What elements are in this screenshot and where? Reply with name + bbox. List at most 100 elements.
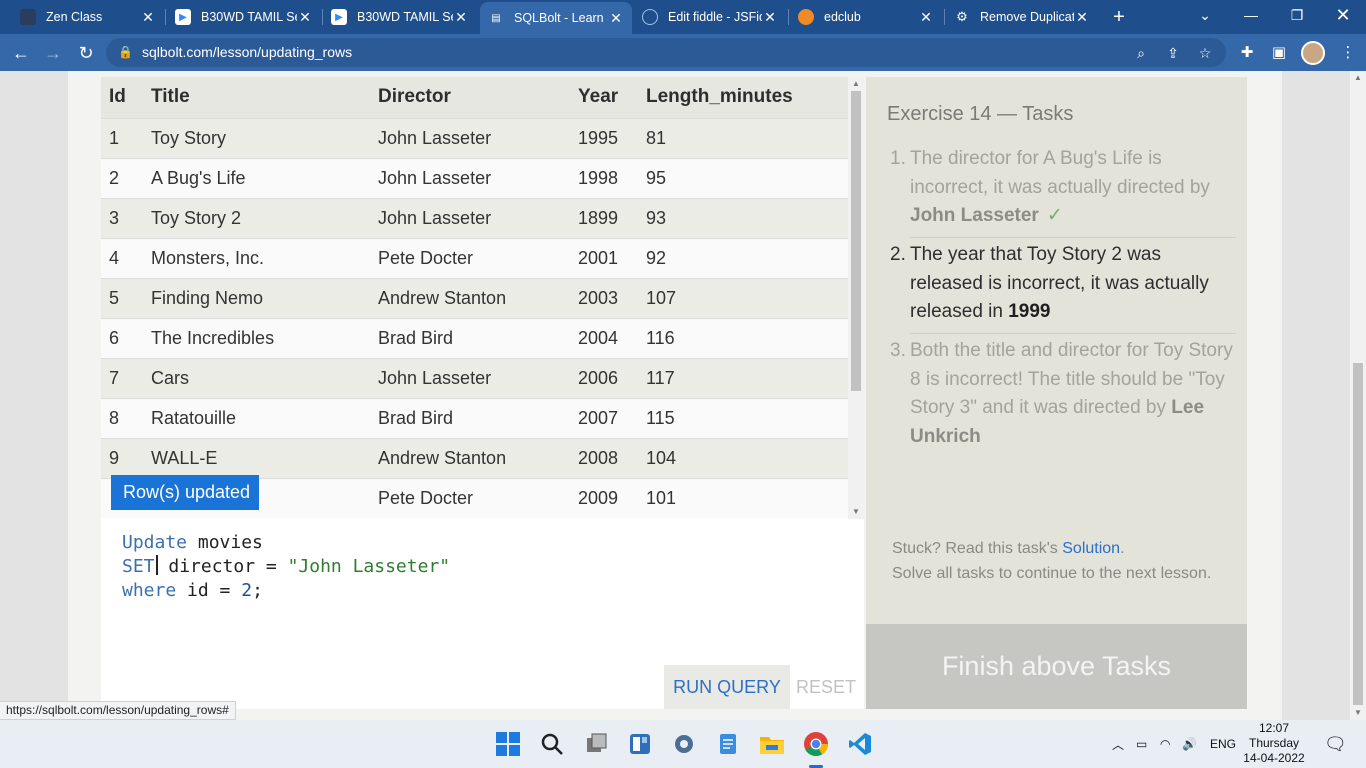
- close-icon[interactable]: ✕: [762, 9, 778, 26]
- page-scrollbar[interactable]: ▲ ▼: [1350, 71, 1366, 720]
- tab-zoom-1[interactable]: ▶ B30WD TAMIL Se ✕: [167, 0, 321, 34]
- cell-length: 115: [638, 397, 848, 438]
- cell-title: The Incredibles: [143, 317, 370, 358]
- cell-id: 6: [101, 317, 143, 358]
- settings-gear-icon[interactable]: [670, 730, 698, 758]
- tasks-title: Exercise 14 — Tasks: [887, 103, 1074, 125]
- task-item-1: 1. The director for A Bug's Life is inco…: [890, 145, 1236, 239]
- new-tab-button[interactable]: +: [1108, 6, 1130, 28]
- clock-day: Thursday: [1248, 736, 1300, 750]
- cell-id: 4: [101, 237, 143, 278]
- share-icon[interactable]: ⇪: [1162, 42, 1184, 64]
- search-icon[interactable]: [538, 730, 566, 758]
- profile-avatar[interactable]: [1301, 41, 1325, 65]
- battery-icon[interactable]: ▭: [1136, 720, 1147, 768]
- tasks-panel: Exercise 14 — Tasks 1. The director for …: [866, 77, 1247, 709]
- tab-sqlbolt[interactable]: ▤ SQLBolt - Learn S ✕: [480, 2, 632, 34]
- side-panel-icon[interactable]: ▣: [1267, 41, 1291, 65]
- close-icon[interactable]: ✕: [297, 9, 313, 26]
- table-row: 4 Monsters, Inc. Pete Docter 2001 92: [101, 237, 848, 278]
- table-row: 6 The Incredibles Brad Bird 2004 116: [101, 317, 848, 358]
- window-close-button[interactable]: ✕: [1320, 0, 1366, 30]
- tab-zoom-2[interactable]: ▶ B30WD TAMIL Se ✕: [323, 0, 477, 34]
- system-clock[interactable]: 12:07 Thursday 14-04-2022: [1238, 721, 1310, 766]
- run-query-button[interactable]: RUN QUERY: [664, 665, 790, 709]
- column-header-title: Title: [143, 77, 370, 118]
- tab-remove-duplicates[interactable]: ⚙ Remove Duplicat ✕: [946, 0, 1098, 34]
- tray-overflow-chevron-icon[interactable]: ︿: [1112, 720, 1124, 768]
- back-arrow-icon[interactable]: ←: [8, 40, 34, 66]
- solution-link[interactable]: Solution: [1062, 540, 1120, 557]
- check-icon: ✓: [1046, 205, 1063, 226]
- windows-start-icon[interactable]: [494, 730, 522, 758]
- cell-length: 117: [638, 357, 848, 398]
- results-table-panel[interactable]: Id Title Director Year Length_minutes 1T…: [101, 77, 864, 519]
- restore-button[interactable]: ❐: [1274, 0, 1320, 30]
- tab-edclub[interactable]: edclub ✕: [790, 0, 942, 34]
- sql-code[interactable]: Update movies SET director = "John Lasse…: [122, 531, 450, 603]
- menu-dots-icon[interactable]: ⋮: [1336, 41, 1360, 65]
- extensions-puzzle-icon[interactable]: ✚: [1235, 41, 1259, 65]
- column-header-director: Director: [370, 77, 570, 118]
- table-row: 7 Cars John Lasseter 2006 117: [101, 357, 848, 398]
- cell-title: Monsters, Inc.: [143, 237, 370, 278]
- cell-director: Andrew Stanton: [370, 437, 570, 478]
- wifi-icon[interactable]: ◠: [1160, 720, 1170, 768]
- close-icon[interactable]: ✕: [140, 9, 156, 26]
- volume-icon[interactable]: 🔊: [1182, 720, 1197, 768]
- tab-search-icon[interactable]: ⌄: [1182, 0, 1228, 30]
- cell-length: 101: [638, 477, 848, 518]
- scroll-down-arrow-icon[interactable]: ▼: [848, 505, 864, 519]
- reset-button[interactable]: RESET: [791, 665, 861, 709]
- code-text: ;: [252, 580, 263, 601]
- cell-director: Pete Docter: [370, 477, 570, 518]
- task-view-icon[interactable]: [583, 730, 611, 758]
- column-header-year: Year: [570, 77, 638, 118]
- forward-arrow-icon[interactable]: →: [40, 40, 66, 66]
- cell-year: 1995: [570, 117, 638, 158]
- browser-tab-bar: Zen Class ✕ ▶ B30WD TAMIL Se ✕ ▶ B30WD T…: [0, 0, 1366, 34]
- close-icon[interactable]: ✕: [608, 10, 624, 27]
- task-number: 1.: [890, 148, 906, 169]
- scroll-up-arrow-icon[interactable]: ▲: [848, 77, 864, 91]
- task-item-2: 2. The year that Toy Story 2 was release…: [890, 241, 1236, 335]
- chrome-icon[interactable]: [802, 730, 830, 758]
- tab-zen-class[interactable]: Zen Class ✕: [12, 0, 164, 34]
- notifications-icon[interactable]: 🗨: [1324, 720, 1347, 768]
- minimize-button[interactable]: —: [1228, 0, 1274, 30]
- close-icon[interactable]: ✕: [1074, 9, 1090, 26]
- close-icon[interactable]: ✕: [918, 9, 934, 26]
- language-indicator[interactable]: ENG: [1210, 720, 1236, 768]
- task-number: 3.: [890, 340, 906, 361]
- bookmark-star-icon[interactable]: ☆: [1194, 42, 1216, 64]
- cell-director: Pete Docter: [370, 237, 570, 278]
- cell-director: Brad Bird: [370, 317, 570, 358]
- close-icon[interactable]: ✕: [453, 9, 469, 26]
- code-text: id =: [176, 580, 242, 601]
- finish-tasks-button[interactable]: Finish above Tasks: [866, 624, 1247, 709]
- table-scrollbar-thumb[interactable]: [851, 91, 861, 391]
- sql-editor[interactable]: Update movies SET director = "John Lasse…: [101, 519, 864, 709]
- file-explorer-icon[interactable]: [758, 730, 786, 758]
- page-scrollbar-thumb[interactable]: [1353, 363, 1363, 705]
- cell-title: Toy Story 2: [143, 197, 370, 238]
- gear-icon: ⚙: [956, 9, 968, 24]
- code-string: "John Lasseter": [287, 556, 451, 577]
- widgets-icon[interactable]: [626, 730, 654, 758]
- cell-title: Cars: [143, 357, 370, 398]
- reload-icon[interactable]: ↻: [73, 40, 99, 66]
- vscode-icon[interactable]: [846, 730, 874, 758]
- solve-all-text: Solve all tasks to continue to the next …: [892, 564, 1212, 582]
- url-bar[interactable]: 🔒 sqlbolt.com/lesson/updating_rows ⌕ ⇪ ☆: [106, 38, 1226, 67]
- zoom-magnifier-icon[interactable]: ⌕: [1130, 42, 1152, 64]
- table-row: 5 Finding Nemo Andrew Stanton 2003 107: [101, 277, 848, 318]
- lock-icon: 🔒: [118, 45, 133, 59]
- notepad-icon[interactable]: [714, 730, 742, 758]
- tab-jsfiddle[interactable]: Edit fiddle - JSFid ✕: [634, 0, 786, 34]
- cell-title: Finding Nemo: [143, 277, 370, 318]
- scroll-up-arrow-icon[interactable]: ▲: [1350, 71, 1366, 85]
- table-scrollbar[interactable]: ▲ ▼: [848, 77, 864, 519]
- cell-id: 8: [101, 397, 143, 438]
- scroll-down-arrow-icon[interactable]: ▼: [1350, 706, 1366, 720]
- stuck-prefix: Stuck? Read this task's: [892, 540, 1063, 557]
